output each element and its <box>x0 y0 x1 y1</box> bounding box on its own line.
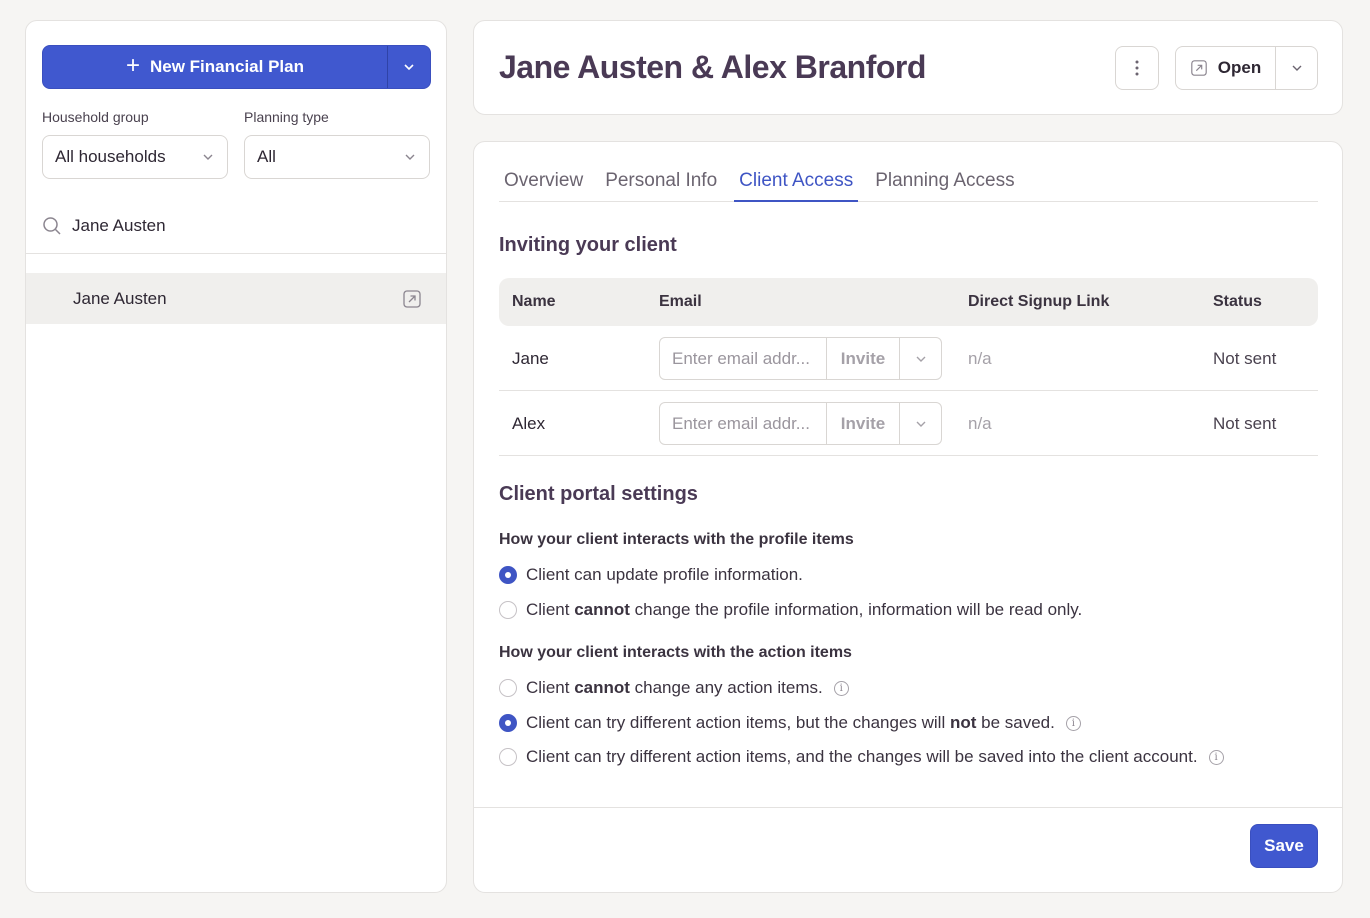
option-label: Client cannot change any action items. <box>526 678 823 697</box>
column-header-email: Email <box>659 293 702 310</box>
external-link-icon <box>1190 60 1207 76</box>
chevron-down-icon <box>916 421 925 427</box>
column-header-signup-link: Direct Signup Link <box>968 293 1110 310</box>
profile-option-read-only[interactable]: Client cannot change the profile informa… <box>499 600 1082 620</box>
radio-button[interactable] <box>499 748 517 766</box>
invite-button[interactable]: Invite <box>827 338 900 379</box>
household-group-label: Household group <box>42 109 149 125</box>
tab-client-access[interactable]: Client Access <box>734 164 859 202</box>
page-title: Jane Austen & Alex Branford <box>499 49 926 85</box>
action-option-try-saved[interactable]: Client can try different action items, a… <box>499 747 1224 767</box>
radio-button[interactable] <box>499 714 517 732</box>
open-label: Open <box>1217 58 1262 77</box>
open-options-button[interactable] <box>1275 47 1317 89</box>
email-field[interactable] <box>660 338 827 379</box>
save-button[interactable]: Save <box>1250 824 1318 868</box>
row-name: Jane <box>512 349 549 368</box>
planning-type-value: All <box>257 147 276 166</box>
info-icon[interactable]: i <box>1208 749 1224 765</box>
household-group-value: All households <box>55 147 166 166</box>
invite-button[interactable]: Invite <box>827 403 900 444</box>
new-financial-plan-label: New Financial Plan <box>150 57 304 76</box>
invite-group: Invite <box>659 402 942 445</box>
open-button[interactable]: Open <box>1176 47 1275 89</box>
radio-button[interactable] <box>499 601 517 619</box>
status-text: Not sent <box>1213 414 1277 433</box>
signup-link: n/a <box>968 414 992 433</box>
chevron-down-icon <box>1292 65 1301 71</box>
household-header: Jane Austen & Alex Branford Open <box>473 20 1343 115</box>
plus-icon: + <box>125 51 140 79</box>
search-icon <box>43 217 61 235</box>
signup-link: n/a <box>968 349 992 368</box>
option-label: Client can try different action items, a… <box>526 747 1198 766</box>
invite-options-button[interactable] <box>900 403 941 444</box>
new-plan-options-button[interactable] <box>387 46 430 88</box>
radio-button[interactable] <box>499 566 517 584</box>
kebab-icon <box>1135 60 1139 76</box>
tab-planning-access[interactable]: Planning Access <box>870 164 1019 202</box>
new-financial-plan-split-button: + New Financial Plan <box>42 45 431 89</box>
portal-settings-title: Client portal settings <box>499 483 698 505</box>
external-link-icon[interactable] <box>402 289 422 309</box>
more-options-button[interactable] <box>1115 46 1159 90</box>
invite-table-header: Name Email Direct Signup Link Status <box>499 278 1318 326</box>
planning-type-label: Planning type <box>244 109 329 125</box>
chevron-down-icon <box>404 64 414 71</box>
action-option-try-not-saved[interactable]: Client can try different action items, b… <box>499 713 1081 733</box>
tab-overview[interactable]: Overview <box>499 164 588 202</box>
invite-group: Invite <box>659 337 942 380</box>
tab-personal-info[interactable]: Personal Info <box>600 164 722 202</box>
chevron-down-icon <box>203 154 213 160</box>
row-name: Alex <box>512 414 546 433</box>
column-header-status: Status <box>1213 293 1262 310</box>
inviting-section-title: Inviting your client <box>499 234 677 256</box>
planning-type-select[interactable]: All <box>244 135 430 179</box>
option-label: Client can update profile information. <box>526 565 803 584</box>
household-search[interactable]: Jane Austen <box>42 213 432 239</box>
households-sidebar: + New Financial Plan Household group All… <box>25 20 447 893</box>
household-group-select[interactable]: All households <box>42 135 228 179</box>
chevron-down-icon <box>916 356 925 362</box>
new-financial-plan-button[interactable]: + New Financial Plan <box>43 46 387 88</box>
table-row: Jane Invite n/a Not sent <box>499 326 1318 391</box>
profile-option-update[interactable]: Client can update profile information. <box>499 565 803 585</box>
email-field[interactable] <box>660 403 827 444</box>
client-access-panel: Overview Personal Info Client Access Pla… <box>473 141 1343 893</box>
search-input[interactable]: Jane Austen <box>72 216 166 236</box>
list-item-name: Jane Austen <box>73 288 167 308</box>
option-label: Client can try different action items, b… <box>526 713 1055 732</box>
invite-options-button[interactable] <box>900 338 941 379</box>
action-option-no-change[interactable]: Client cannot change any action items. i <box>499 678 849 698</box>
tab-bar: Overview Personal Info Client Access Pla… <box>499 164 1318 202</box>
status-text: Not sent <box>1213 349 1277 368</box>
option-label: Client cannot change the profile informa… <box>526 600 1083 619</box>
profile-items-heading: How your client interacts with the profi… <box>499 531 854 548</box>
radio-button[interactable] <box>499 679 517 697</box>
table-row: Alex Invite n/a Not sent <box>499 391 1318 456</box>
search-divider <box>26 253 446 254</box>
chevron-down-icon <box>405 154 415 160</box>
column-header-name: Name <box>512 293 556 310</box>
info-icon[interactable]: i <box>833 680 849 696</box>
open-split-button: Open <box>1175 46 1318 90</box>
info-icon[interactable]: i <box>1065 715 1081 731</box>
action-items-heading: How your client interacts with the actio… <box>499 644 852 661</box>
list-item[interactable]: Jane Austen <box>26 273 446 324</box>
footer-divider <box>474 807 1342 808</box>
